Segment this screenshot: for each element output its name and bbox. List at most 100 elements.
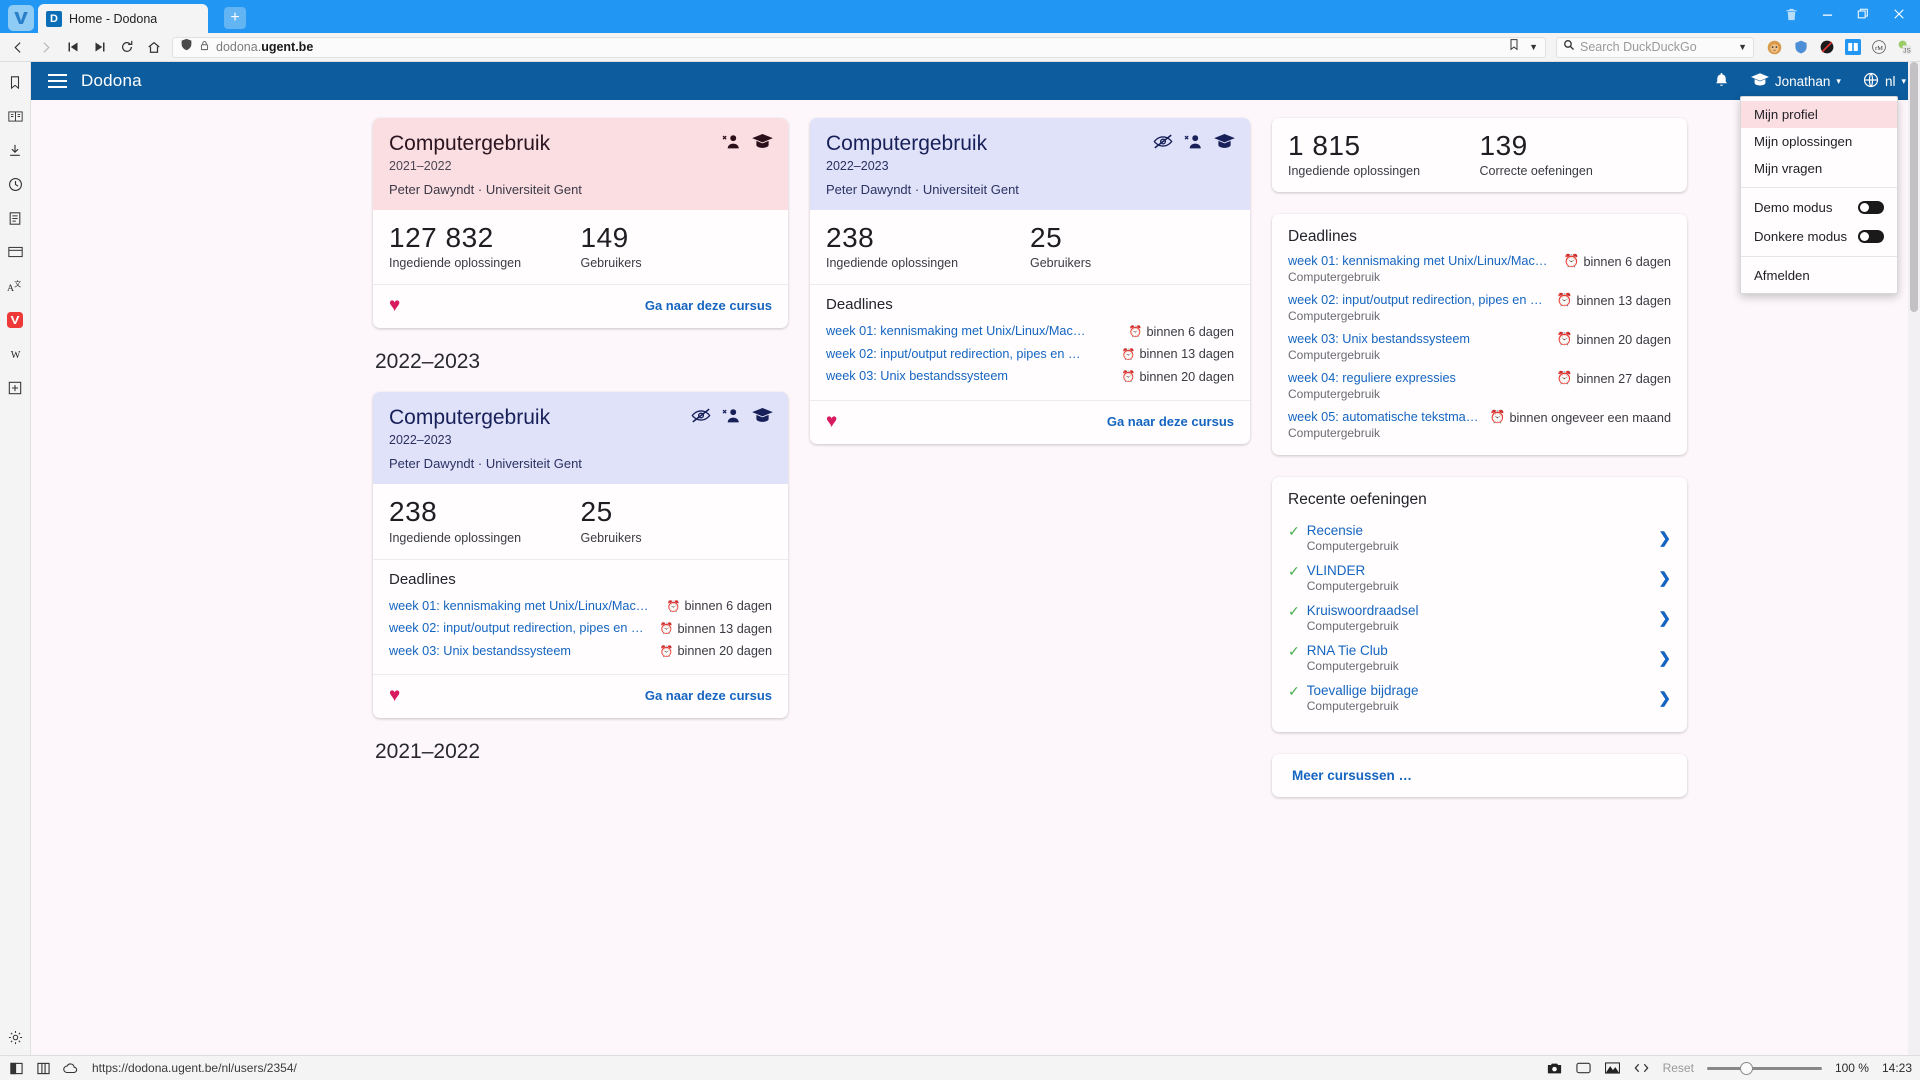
deadline-row[interactable]: week 01: kennismaking met Unix/Linux/Mac…: [389, 595, 772, 618]
user-menu-button[interactable]: Jonathan ▾: [1751, 72, 1841, 90]
ublock-extension-icon[interactable]: [1791, 38, 1810, 57]
rewind-button[interactable]: [60, 35, 85, 59]
exercise-name[interactable]: RNA Tie Club: [1307, 643, 1659, 658]
deadline-item[interactable]: week 04: reguliere expressies ⏰binnen 27…: [1288, 371, 1671, 401]
menu-item-mijn-profiel[interactable]: Mijn profiel: [1741, 101, 1897, 128]
chevron-down-icon[interactable]: ▼: [1529, 42, 1538, 52]
new-tab-button[interactable]: +: [224, 7, 246, 29]
add-user-icon[interactable]: [722, 134, 741, 149]
panel-toggle-icon[interactable]: [8, 1060, 24, 1076]
zoom-reset-button[interactable]: Reset: [1663, 1061, 1694, 1075]
deadline-row[interactable]: week 03: Unix bestandssysteem ⏰binnen 20…: [389, 640, 772, 663]
deadline-name[interactable]: week 01: kennismaking met Unix/Linux/Mac…: [1288, 254, 1558, 268]
zoom-slider[interactable]: [1707, 1060, 1822, 1076]
notifications-button[interactable]: [1714, 72, 1729, 91]
fastforward-button[interactable]: [87, 35, 112, 59]
exercise-name[interactable]: Toevallige bijdrage: [1307, 683, 1659, 698]
goto-course-link[interactable]: Ga naar deze cursus: [1107, 414, 1234, 429]
recent-exercise-item[interactable]: ✓ Kruiswoordraadsel Computergebruik ❯: [1288, 597, 1671, 637]
menu-item-mijn-vragen[interactable]: Mijn vragen: [1741, 155, 1897, 182]
wikipedia-icon[interactable]: W: [5, 344, 25, 364]
search-engine-chevron-icon[interactable]: ▼: [1738, 42, 1747, 52]
lion-extension-icon[interactable]: [1765, 38, 1784, 57]
vivaldi-mail-icon[interactable]: [5, 310, 25, 330]
back-button[interactable]: [6, 35, 31, 59]
maximize-button[interactable]: [1846, 0, 1880, 28]
address-bar[interactable]: dodona.ugent.be ▼: [172, 37, 1546, 58]
deadline-item[interactable]: week 05: automatische tekstman… ⏰binnen …: [1288, 410, 1671, 440]
bookmark-icon[interactable]: [1508, 38, 1520, 56]
exercise-name[interactable]: VLINDER: [1307, 563, 1659, 578]
deadline-row[interactable]: week 02: input/output redirection, pipes…: [826, 343, 1234, 366]
favourite-heart-icon[interactable]: ♥: [389, 296, 400, 315]
chevron-right-icon[interactable]: ❯: [1658, 689, 1671, 707]
goto-course-link[interactable]: Ga naar deze cursus: [645, 688, 772, 703]
minimize-button[interactable]: [1810, 0, 1844, 28]
course-card[interactable]: Computergebruik 2021–2022 Peter Dawyndt …: [373, 118, 788, 328]
chevron-right-icon[interactable]: ❯: [1658, 569, 1671, 587]
deadline-row[interactable]: week 02: input/output redirection, pipes…: [389, 617, 772, 640]
deadline-name[interactable]: week 01: kennismaking met Unix/Linux/Mac…: [389, 599, 661, 613]
course-card[interactable]: Computergebruik 2022–2023 Peter Dawyndt …: [810, 118, 1250, 444]
goto-course-link[interactable]: Ga naar deze cursus: [645, 298, 772, 313]
deadline-name[interactable]: week 03: Unix bestandssysteem: [826, 369, 1116, 383]
browser-tab[interactable]: D Home - Dodona: [38, 4, 208, 33]
graduation-cap-icon[interactable]: [1214, 133, 1235, 149]
chevron-right-icon[interactable]: ❯: [1658, 609, 1671, 627]
settings-gear-icon[interactable]: [5, 1027, 25, 1047]
more-courses-panel[interactable]: Meer cursussen …: [1272, 754, 1687, 797]
recent-exercise-item[interactable]: ✓ Toevallige bijdrage Computergebruik ❯: [1288, 677, 1671, 717]
downloads-icon[interactable]: [5, 140, 25, 160]
dark-mode-switch[interactable]: [1858, 230, 1884, 243]
chevron-right-icon[interactable]: ❯: [1658, 649, 1671, 667]
brand-title[interactable]: Dodona: [81, 71, 142, 91]
deadline-row[interactable]: week 03: Unix bestandssysteem ⏰binnen 20…: [826, 365, 1234, 388]
home-button[interactable]: [141, 35, 166, 59]
translate-icon[interactable]: A文: [5, 276, 25, 296]
deadline-name[interactable]: week 04: reguliere expressies: [1288, 371, 1551, 385]
scrollbar-thumb[interactable]: [1910, 62, 1918, 312]
zoom-slider-knob[interactable]: [1740, 1062, 1753, 1075]
toggle-demo-modus[interactable]: Demo modus: [1741, 193, 1897, 222]
deadline-name[interactable]: week 02: input/output redirection, pipes…: [826, 347, 1116, 361]
history-icon[interactable]: [5, 174, 25, 194]
images-toggle-icon[interactable]: [1605, 1060, 1621, 1076]
js-extension-icon[interactable]: JS: [1895, 38, 1914, 57]
deadline-item[interactable]: week 02: input/output redirection, pipes…: [1288, 293, 1671, 323]
menu-burger-icon[interactable]: [31, 74, 75, 88]
deadline-name[interactable]: week 01: kennismaking met Unix/Linux/Mac…: [826, 324, 1123, 338]
recent-exercise-item[interactable]: ✓ Recensie Computergebruik ❯: [1288, 517, 1671, 557]
window-panel-icon[interactable]: [5, 242, 25, 262]
demo-mode-switch[interactable]: [1858, 201, 1884, 214]
menu-item-afmelden[interactable]: Afmelden: [1741, 262, 1897, 289]
exercise-name[interactable]: Recensie: [1307, 523, 1659, 538]
rm-extension-icon[interactable]: rM: [1869, 38, 1888, 57]
reload-button[interactable]: [114, 35, 139, 59]
sync-cloud-icon[interactable]: [62, 1060, 78, 1076]
recent-exercise-item[interactable]: ✓ VLINDER Computergebruik ❯: [1288, 557, 1671, 597]
language-menu-button[interactable]: nl ▾: [1863, 72, 1906, 91]
deadline-item[interactable]: week 03: Unix bestandssysteem ⏰binnen 20…: [1288, 332, 1671, 362]
more-courses-link[interactable]: Meer cursussen …: [1288, 754, 1671, 797]
dictionary-extension-icon[interactable]: [1843, 38, 1862, 57]
menu-item-mijn-oplossingen[interactable]: Mijn oplossingen: [1741, 128, 1897, 155]
search-bar[interactable]: Search DuckDuckGo ▼: [1556, 37, 1754, 58]
deadline-name[interactable]: week 02: input/output redirection, pipes…: [1288, 293, 1551, 307]
tab-tiling-icon[interactable]: [35, 1060, 51, 1076]
add-user-icon[interactable]: [1184, 134, 1203, 149]
noscript-extension-icon[interactable]: [1817, 38, 1836, 57]
graduation-cap-icon[interactable]: [752, 407, 773, 423]
toggle-donkere-modus[interactable]: Donkere modus: [1741, 222, 1897, 251]
deadline-name[interactable]: week 03: Unix bestandssysteem: [1288, 332, 1551, 346]
course-card[interactable]: Computergebruik 2022–2023 Peter Dawyndt …: [373, 392, 788, 718]
deadline-item[interactable]: week 01: kennismaking met Unix/Linux/Mac…: [1288, 254, 1671, 284]
deadline-name[interactable]: week 05: automatische tekstman…: [1288, 410, 1484, 424]
hidden-eye-icon[interactable]: [691, 408, 711, 423]
capture-page-icon[interactable]: [1547, 1060, 1563, 1076]
add-user-icon[interactable]: [722, 408, 741, 423]
favourite-heart-icon[interactable]: ♥: [826, 412, 837, 431]
capture-selection-icon[interactable]: [1576, 1060, 1592, 1076]
vivaldi-logo-icon[interactable]: [8, 5, 34, 31]
chevron-right-icon[interactable]: ❯: [1658, 529, 1671, 547]
notes-icon[interactable]: [5, 208, 25, 228]
